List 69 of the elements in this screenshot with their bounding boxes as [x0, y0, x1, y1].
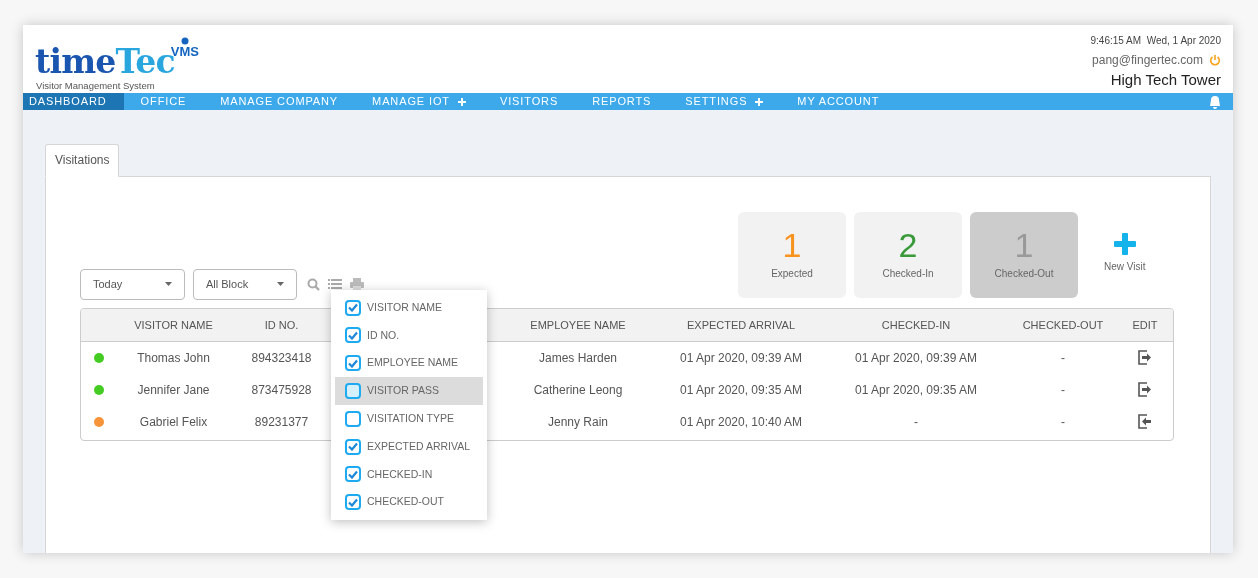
table-cell-text: 873475928 — [250, 381, 313, 399]
table-cell-text: 01 Apr 2020, 09:39 AM — [853, 349, 979, 367]
table-cell-text: 01 Apr 2020, 09:35 AM — [678, 381, 804, 399]
table-cell-text: 01 Apr 2020, 10:40 AM — [678, 413, 804, 431]
nav-tab[interactable]: DASHBOARD — [23, 93, 124, 110]
power-icon[interactable] — [1209, 54, 1221, 66]
column-header: ID NO. — [263, 317, 300, 333]
stat-label: Checked-Out — [994, 267, 1054, 282]
menu-item[interactable]: CHECKED-OUT — [335, 488, 483, 517]
stat-card[interactable]: 1 Expected — [738, 211, 846, 298]
menu-item[interactable]: CHECKED-IN — [335, 460, 483, 489]
stat-count: 2 — [898, 228, 918, 263]
menu-item[interactable]: EXPECTED ARRIVAL — [335, 432, 483, 461]
logo-subtitle: Visitor Management System — [36, 79, 156, 93]
search-icon[interactable] — [307, 277, 320, 291]
checkbox[interactable] — [345, 299, 361, 316]
list-icon[interactable] — [328, 278, 342, 291]
tab[interactable]: Visitations — [45, 143, 120, 177]
table-cell-text: - — [1060, 349, 1066, 367]
checkbox[interactable] — [345, 355, 361, 372]
column-header: VISITOR NAME — [133, 317, 214, 333]
checkbox[interactable] — [345, 410, 361, 427]
exit-icon[interactable] — [1138, 350, 1152, 366]
table-cell-text: Jenny Rain — [546, 413, 609, 431]
caret-icon — [277, 282, 284, 287]
menu-item[interactable]: ID NO. — [335, 321, 483, 350]
checkbox[interactable] — [345, 383, 361, 400]
dropdown[interactable]: Today — [80, 268, 185, 300]
checkbox[interactable] — [345, 466, 361, 483]
table-cell-text: 01 Apr 2020, 09:35 AM — [853, 381, 979, 399]
column-header: CHECKED-OUT — [1021, 317, 1105, 333]
table-cell-text: 01 Apr 2020, 09:39 AM — [678, 349, 804, 367]
table-cell-text: - — [1060, 381, 1066, 399]
column-header: EMPLOYEE NAME — [529, 317, 627, 333]
date-time: 9:46:15 AM Wed, 1 Apr 2020 — [1090, 34, 1221, 48]
table-cell-text: Gabriel Felix — [138, 413, 209, 431]
table-cell-text: 894323418 — [250, 349, 313, 367]
menu-item[interactable]: VISITOR PASS — [335, 377, 483, 405]
stat-label: Expected — [771, 267, 813, 282]
stat-card[interactable]: 2 Checked-In — [854, 211, 962, 298]
caret-icon — [165, 282, 172, 287]
exit-icon[interactable] — [1138, 382, 1152, 398]
person-icon — [180, 37, 189, 45]
table-cell-text: Jennifer Jane — [136, 381, 211, 399]
table-cell-text: James Harden — [537, 349, 618, 367]
user-email: pang@fingertec.com — [1092, 52, 1203, 69]
table-cell-text: - — [913, 413, 919, 431]
column-header: EXPECTED ARRIVAL — [686, 317, 796, 333]
checkbox[interactable] — [345, 494, 361, 511]
menu-item[interactable]: EMPLOYEE NAME — [335, 349, 483, 378]
table-cell-text: 89231377 — [253, 413, 310, 431]
menu-item[interactable]: VISITOR NAME — [335, 293, 483, 322]
print-icon[interactable] — [350, 277, 364, 291]
menu-item[interactable]: VISITATION TYPE — [335, 404, 483, 433]
stat-count: 1 — [782, 228, 802, 263]
plus-icon — [1113, 232, 1136, 255]
dropdown[interactable]: All Block — [193, 268, 297, 300]
new-visit-button[interactable]: New Visit — [1104, 232, 1146, 274]
table-cell-text: Thomas John — [136, 349, 211, 367]
site-name: High Tech Tower — [1110, 70, 1221, 90]
checkbox[interactable] — [345, 438, 361, 455]
table-cell-text: - — [1060, 413, 1066, 431]
enter-icon[interactable] — [1138, 414, 1152, 430]
checkbox[interactable] — [345, 327, 361, 344]
stat-label: Checked-In — [882, 267, 934, 282]
column-header: EDIT — [1131, 317, 1159, 333]
column-header: CHECKED-IN — [880, 317, 952, 333]
table-cell-text: Catherine Leong — [532, 381, 624, 399]
bell-icon[interactable] — [1207, 93, 1223, 110]
